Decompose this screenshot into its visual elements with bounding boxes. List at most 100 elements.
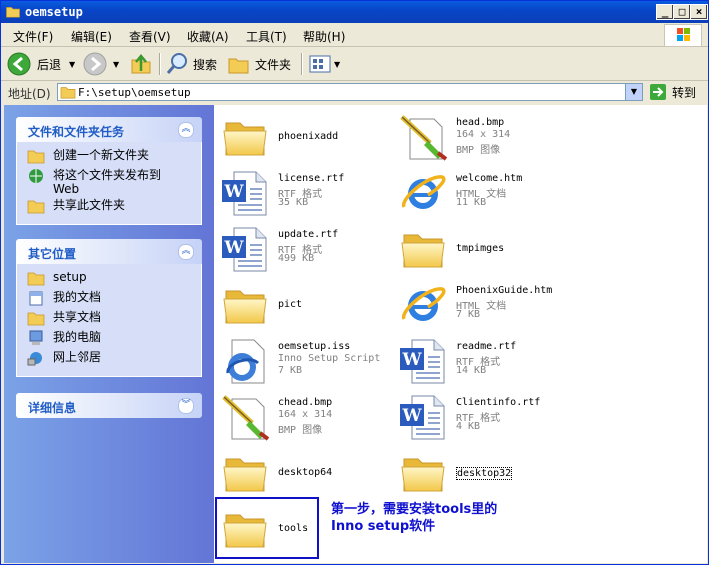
file-item[interactable]: chead.bmp 164 x 314 BMP 图像	[220, 393, 390, 443]
file-tasks-header[interactable]: 文件和文件夹任务 ︽	[16, 117, 202, 142]
file-item-selected[interactable]: desktop32	[398, 449, 568, 499]
place-setup[interactable]: setup	[17, 270, 201, 290]
place-network[interactable]: 网上邻居	[17, 350, 201, 370]
new-folder-icon	[27, 148, 45, 164]
window-title: oemsetup	[25, 5, 83, 19]
folder-icon	[398, 449, 448, 497]
my-documents-icon	[29, 291, 43, 306]
back-button[interactable]: 后退 ▼	[7, 52, 75, 76]
word-document-icon	[220, 225, 270, 273]
search-icon	[166, 53, 187, 74]
share-folder-icon	[27, 198, 45, 214]
place-my-documents[interactable]: 我的文档	[17, 290, 201, 310]
word-document-icon	[398, 393, 448, 441]
go-button[interactable]: 转到	[649, 83, 696, 101]
internet-explorer-icon	[398, 281, 448, 329]
publish-web-icon	[29, 169, 43, 183]
forward-button[interactable]: ▼	[83, 52, 119, 76]
details-panel: 详细信息 ︾	[16, 393, 202, 418]
folder-icon	[398, 225, 448, 273]
folders-label: 文件夹	[255, 57, 292, 72]
forward-arrow-icon	[83, 52, 107, 76]
annotation-highlight-box	[215, 497, 319, 559]
inno-setup-script-icon	[220, 337, 270, 385]
menu-tools[interactable]: 工具(T)	[246, 28, 287, 45]
folders-button[interactable]: 文件夹	[227, 52, 291, 76]
file-item[interactable]: license.rtf RTF 格式 35 KB	[220, 169, 390, 219]
address-bar: 地址(D) F:\setup\oemsetup ▼ 转到	[1, 81, 708, 103]
task-share-folder[interactable]: 共享此文件夹	[17, 198, 201, 218]
minimize-button[interactable]: _	[656, 4, 674, 20]
address-label: 地址(D)	[8, 87, 51, 101]
other-places-panel: 其它位置 ︽ setup 我的文档 共享文档 我的电脑 网上邻居	[16, 239, 202, 377]
other-places-title: 其它位置	[28, 247, 77, 261]
details-header[interactable]: 详细信息 ︾	[16, 393, 202, 418]
file-item[interactable]: tmpimges	[398, 225, 568, 275]
go-label: 转到	[672, 85, 697, 100]
menu-help[interactable]: 帮助(H)	[303, 28, 345, 45]
chevron-down-icon[interactable]: ▼	[113, 60, 119, 69]
network-icon	[27, 352, 42, 366]
file-item[interactable]: PhoenixGuide.htm HTML 文档 7 KB	[398, 281, 568, 331]
search-button[interactable]: 搜索	[165, 52, 217, 76]
word-document-icon	[398, 337, 448, 385]
chevron-down-icon[interactable]: ▼	[69, 60, 75, 69]
maximize-button[interactable]: □	[673, 4, 691, 20]
bitmap-image-icon	[398, 113, 448, 161]
toolbar-separator	[301, 53, 303, 75]
task-pane: 文件和文件夹任务 ︽ 创建一个新文件夹 将这个文件夹发布到 Web 共享此文件夹…	[4, 105, 214, 563]
folder-icon	[60, 85, 76, 99]
place-my-computer[interactable]: 我的电脑	[17, 330, 201, 350]
menu-file[interactable]: 文件(F)	[13, 28, 53, 45]
collapse-icon[interactable]: ︽	[178, 122, 194, 138]
folder-icon	[220, 281, 270, 329]
task-new-folder[interactable]: 创建一个新文件夹	[17, 148, 201, 168]
file-tasks-title: 文件和文件夹任务	[28, 125, 125, 139]
address-dropdown-icon[interactable]: ▼	[625, 84, 642, 100]
menu-view[interactable]: 查看(V)	[129, 28, 171, 45]
file-item[interactable]: desktop64	[220, 449, 390, 499]
other-places-header[interactable]: 其它位置 ︽	[16, 239, 202, 264]
collapse-icon[interactable]: ︽	[178, 244, 194, 260]
word-document-icon	[220, 169, 270, 217]
search-label: 搜索	[193, 57, 218, 72]
menu-edit[interactable]: 编辑(E)	[71, 28, 112, 45]
back-arrow-icon	[7, 52, 31, 76]
folders-icon	[228, 58, 249, 74]
file-item[interactable]: Clientinfo.rtf RTF 格式 4 KB	[398, 393, 568, 443]
file-item[interactable]: oemsetup.iss Inno Setup Script 7 KB	[220, 337, 390, 387]
views-button[interactable]: ▼	[308, 52, 340, 76]
folder-up-icon	[131, 54, 151, 74]
file-item[interactable]: update.rtf RTF 格式 499 KB	[220, 225, 390, 275]
expand-icon[interactable]: ︾	[178, 398, 194, 414]
file-item[interactable]: pict	[220, 281, 390, 331]
place-shared-documents[interactable]: 共享文档	[17, 310, 201, 330]
menu-favorites[interactable]: 收藏(A)	[187, 28, 229, 45]
file-item[interactable]: welcome.htm HTML 文档 11 KB	[398, 169, 568, 219]
details-title: 详细信息	[28, 401, 77, 415]
windows-logo-icon	[664, 24, 702, 47]
views-icon	[309, 55, 331, 73]
menu-bar: 文件(F) 编辑(E) 查看(V) 收藏(A) 工具(T) 帮助(H)	[1, 23, 708, 47]
shared-folder-icon	[27, 310, 45, 326]
up-button[interactable]	[129, 52, 153, 76]
chevron-down-icon[interactable]: ▼	[334, 60, 340, 69]
annotation-text: 第一步，需要安装tools里的 Inno setup软件	[331, 502, 498, 534]
file-list: phoenixadd head.bmp 164 x 314 BMP 图像 lic…	[214, 105, 707, 563]
file-item[interactable]: phoenixadd	[220, 113, 390, 163]
file-item[interactable]: head.bmp 164 x 314 BMP 图像	[398, 113, 568, 163]
bitmap-image-icon	[220, 393, 270, 441]
title-bar[interactable]: oemsetup _ □ ×	[1, 1, 708, 23]
toolbar: 后退 ▼ ▼ 搜索 文件夹 ▼	[1, 47, 708, 81]
go-arrow-icon	[650, 84, 666, 100]
close-button[interactable]: ×	[690, 4, 708, 20]
toolbar-separator	[159, 53, 161, 75]
folder-icon	[27, 270, 45, 286]
address-input[interactable]: F:\setup\oemsetup ▼	[57, 83, 643, 101]
computer-icon	[29, 330, 43, 345]
task-publish-web[interactable]: 将这个文件夹发布到 Web	[17, 168, 201, 198]
content-area: 文件和文件夹任务 ︽ 创建一个新文件夹 将这个文件夹发布到 Web 共享此文件夹…	[4, 105, 707, 563]
folder-icon	[220, 113, 270, 161]
address-path: F:\setup\oemsetup	[78, 86, 191, 99]
file-item[interactable]: readme.rtf RTF 格式 14 KB	[398, 337, 568, 387]
